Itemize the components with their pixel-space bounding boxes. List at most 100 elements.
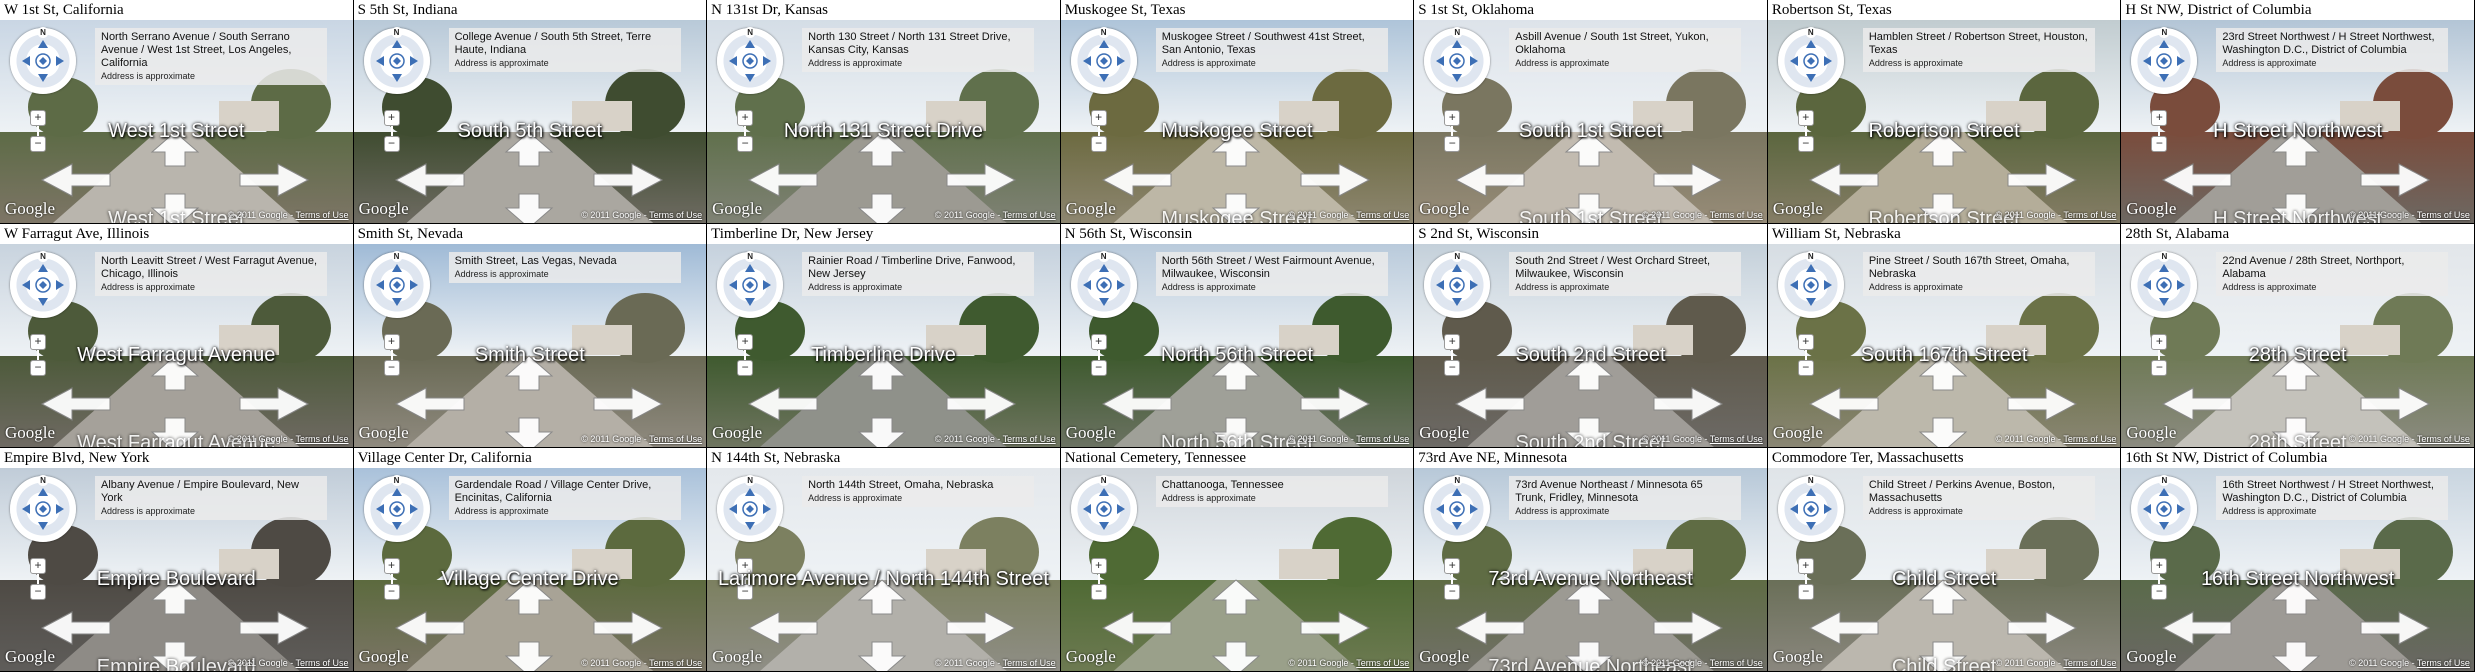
copyright-text: © 2011 Google - [1288, 658, 1354, 668]
terms-of-use-link[interactable]: Terms of Use [1003, 434, 1056, 444]
panorama-view[interactable]: N + − North 130 Street / North 131 Street D… [707, 20, 1060, 223]
street-label[interactable]: Muskogee Street [1061, 120, 1414, 143]
street-label[interactable]: H Street Northwest [2121, 120, 2474, 143]
terms-of-use-link[interactable]: Terms of Use [2063, 210, 2116, 220]
panorama-view[interactable]: N + − Muskogee Street / Southwest 41st Stre… [1060, 20, 1414, 223]
panorama-view[interactable]: N + − North 56th Street / West Fairmount Av… [1060, 244, 1414, 447]
terms-of-use-link[interactable]: Terms of Use [1710, 434, 1763, 444]
pan-compass-icon[interactable]: N [1777, 251, 1844, 318]
google-logo: Google [1772, 199, 1823, 218]
street-label[interactable]: Village Center Drive [354, 568, 707, 591]
google-logo: Google [358, 423, 409, 442]
pan-compass-icon[interactable]: N [717, 251, 784, 318]
panorama-view[interactable]: N + − Smith Street, Las Vegas, Nevada Addres… [353, 244, 707, 447]
pan-compass-icon[interactable]: N [2131, 27, 2198, 94]
pan-compass-icon[interactable]: N [717, 27, 784, 94]
street-label[interactable]: North 56th Street [1061, 344, 1414, 367]
terms-of-use-link[interactable]: Terms of Use [2063, 658, 2116, 668]
panorama-view[interactable]: N + − Gardendale Road / Village Center Driv… [353, 468, 707, 671]
street-label[interactable]: Smith Street [354, 344, 707, 367]
panorama-view[interactable]: N + −16th Street Northwest / H Street Nort… [2121, 468, 2474, 671]
panorama-view[interactable]: N + − Child Street / Perkins Avenue, Boston… [1767, 468, 2121, 671]
pan-compass-icon[interactable]: N [1424, 27, 1491, 94]
street-label[interactable]: Larimore Avenue / North 144th Street [707, 568, 1060, 591]
pan-compass-icon[interactable]: N [1070, 27, 1137, 94]
pan-compass-icon[interactable]: N [1777, 475, 1844, 542]
panorama-view[interactable]: N + − College Avenue / South 5th Street, Te… [353, 20, 707, 223]
terms-of-use-link[interactable]: Terms of Use [1356, 658, 1409, 668]
streetview-panel: N + − Smith Street, Las Vegas, Nevada Addres… [353, 224, 708, 448]
pan-compass-icon[interactable]: N [1777, 27, 1844, 94]
address-box: North Leavitt Street / West Farragut Ave… [95, 252, 327, 296]
street-label[interactable]: South 1st Street [1414, 120, 1767, 143]
address-text: Muskogee Street / Southwest 41st Street,… [1161, 31, 1365, 56]
google-logo: Google [358, 199, 409, 218]
pan-compass-icon[interactable]: N [2131, 475, 2198, 542]
street-label[interactable]: South 2nd Street [1414, 344, 1767, 367]
street-label[interactable]: 16th Street Northwest [2121, 568, 2474, 591]
panorama-view[interactable]: N + −23rd Street Northwest / H Street Nort… [2121, 20, 2474, 223]
terms-of-use-link[interactable]: Terms of Use [649, 658, 702, 668]
panorama-view[interactable]: N + −22nd Avenue / 28th Street, Northport,… [2121, 244, 2474, 447]
pan-compass-icon[interactable]: N [717, 475, 784, 542]
pan-compass-icon[interactable]: N [10, 27, 76, 94]
pan-compass-icon[interactable]: N [363, 27, 430, 94]
panorama-view[interactable]: N + − Rainier Road / Timberline Drive, Fanw… [707, 244, 1060, 447]
panorama-view[interactable]: N + − Hamblen Street / Robertson Street, Ho… [1767, 20, 2121, 223]
address-box: 22nd Avenue / 28th Street, Northport, Al… [2216, 252, 2449, 296]
terms-of-use-link[interactable]: Terms of Use [1710, 658, 1763, 668]
pan-compass-icon[interactable]: N [1070, 475, 1137, 542]
panorama-view[interactable]: N + − Chattanooga, Tennessee Address is appr… [1060, 468, 1414, 671]
zoom-in-icon[interactable]: + [1090, 558, 1107, 574]
pan-compass-icon[interactable]: N [2131, 251, 2198, 318]
terms-of-use-link[interactable]: Terms of Use [649, 210, 702, 220]
terms-of-use-link[interactable]: Terms of Use [1003, 210, 1056, 220]
pan-compass-icon[interactable]: N [10, 251, 76, 318]
pan-compass-icon[interactable]: N [363, 475, 430, 542]
panorama-view[interactable]: N + − North Leavitt Street / West Farragut … [0, 244, 353, 447]
terms-of-use-link[interactable]: Terms of Use [2063, 434, 2116, 444]
panorama-view[interactable]: N + − Albany Avenue / Empire Boulevard, New… [0, 468, 353, 671]
terms-of-use-link[interactable]: Terms of Use [2417, 434, 2470, 444]
street-label[interactable]: Empire Boulevard [0, 568, 353, 591]
zoom-slider[interactable] [1097, 574, 1100, 584]
street-label[interactable]: North 131 Street Drive [707, 120, 1060, 143]
panorama-view[interactable]: N + − Pine Street / South 167th Street, Oma… [1767, 244, 2121, 447]
panorama-view[interactable]: N + − North Serrano Avenue / South Serrano … [0, 20, 353, 223]
google-logo: Google [712, 423, 763, 442]
pan-compass-icon[interactable]: N [363, 251, 430, 318]
terms-of-use-link[interactable]: Terms of Use [649, 434, 702, 444]
terms-of-use-link[interactable]: Terms of Use [296, 210, 349, 220]
street-label[interactable]: South 167th Street [1768, 344, 2121, 367]
street-label[interactable]: West Farragut Avenue [0, 344, 353, 367]
terms-of-use-link[interactable]: Terms of Use [1710, 210, 1763, 220]
street-label[interactable]: South 5th Street [354, 120, 707, 143]
street-label[interactable]: 28th Street [2121, 344, 2474, 367]
terms-of-use-link[interactable]: Terms of Use [296, 434, 349, 444]
pan-compass-icon[interactable]: N [10, 475, 76, 542]
panorama-view[interactable]: N + − South 2nd Street / West Orchard Stree… [1414, 244, 1767, 447]
pan-compass-icon[interactable]: N [1070, 251, 1137, 318]
terms-of-use-link[interactable]: Terms of Use [296, 658, 349, 668]
panel-title: N 144th St, Nebraska [707, 448, 1060, 468]
address-box: South 2nd Street / West Orchard Street, … [1509, 252, 1742, 296]
streetview-panel: N + −23rd Street Northwest / H Street Nort… [2121, 0, 2475, 224]
terms-of-use-link[interactable]: Terms of Use [1356, 434, 1409, 444]
panorama-view[interactable]: N + − Asbill Avenue / South 1st Street, Yuk… [1414, 20, 1767, 223]
pan-compass-icon[interactable]: N [1424, 251, 1491, 318]
pan-compass-icon[interactable]: N [1424, 475, 1491, 542]
panorama-view[interactable]: N + − North 144th Street, Omaha, Nebraska Ad… [707, 468, 1060, 671]
street-label[interactable]: West 1st Street [0, 120, 353, 143]
street-label[interactable]: Timberline Drive [707, 344, 1060, 367]
street-label[interactable]: 73rd Avenue Northeast [1414, 568, 1767, 591]
panorama-view[interactable]: N + −73rd Avenue Northeast / Minnesota 65 … [1414, 468, 1767, 671]
street-label[interactable]: Robertson Street [1768, 120, 2121, 143]
zoom-out-icon[interactable]: − [1090, 584, 1107, 600]
terms-of-use-link[interactable]: Terms of Use [1003, 658, 1056, 668]
street-label[interactable]: Child Street [1768, 568, 2121, 591]
terms-of-use-link[interactable]: Terms of Use [1356, 210, 1409, 220]
terms-of-use-link[interactable]: Terms of Use [2417, 658, 2470, 668]
copyright-text: © 2011 Google - [1995, 658, 2062, 668]
terms-of-use-link[interactable]: Terms of Use [2417, 210, 2470, 220]
copyright-text: © 2011 Google - [1995, 434, 2062, 444]
